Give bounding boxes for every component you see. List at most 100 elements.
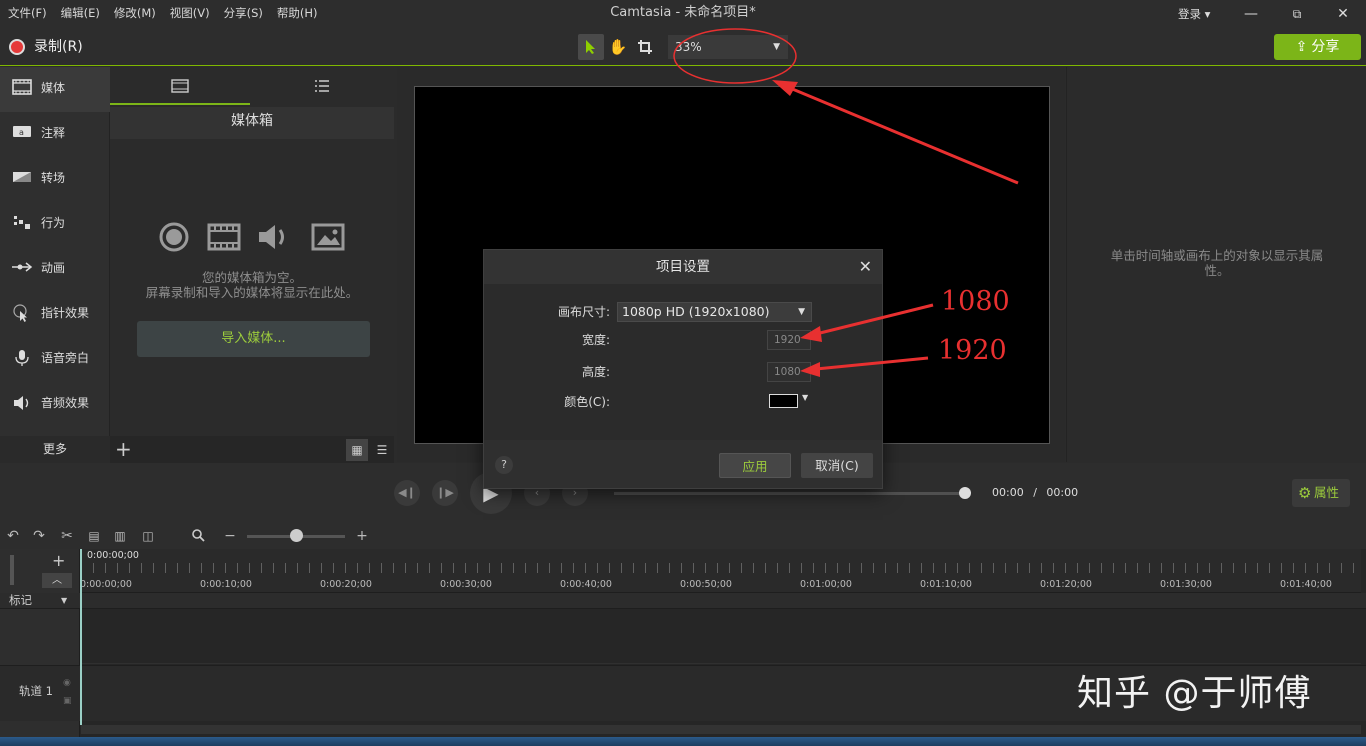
crop-tool-icon[interactable] bbox=[632, 34, 658, 60]
add-track-icon[interactable]: + bbox=[52, 551, 65, 570]
tab-media-thumbnails[interactable] bbox=[110, 67, 250, 105]
dialog-header: 项目设置 ✕ bbox=[484, 250, 882, 284]
marker-label[interactable]: 标记 bbox=[9, 593, 32, 607]
sidebar-item-label: 音频效果 bbox=[41, 396, 90, 410]
chevron-down-icon[interactable]: ▼ bbox=[802, 393, 808, 402]
media-empty-line1: 您的媒体箱为空。 bbox=[201, 270, 302, 285]
timeline-toolbar: ↶ ↷ ✂ ▤ ▥ ◫ − + bbox=[0, 523, 1366, 549]
ruler-tick-label: 0:01:00;00 bbox=[800, 579, 852, 590]
time-separator: / bbox=[1033, 486, 1037, 499]
height-label: 高度: bbox=[581, 365, 610, 379]
copy-icon[interactable]: ▤ bbox=[84, 523, 104, 549]
svg-text:a: a bbox=[19, 128, 24, 137]
zoom-search-icon[interactable] bbox=[188, 523, 208, 551]
sidebar-item-annotations[interactable]: a 注释 bbox=[0, 112, 110, 157]
main-toolbar: 录制(R) ✋ 33% ▼ ⇪ 分享 bbox=[0, 28, 1366, 66]
color-label: 颜色(C): bbox=[564, 395, 610, 409]
record-button[interactable]: 录制(R) bbox=[34, 28, 83, 66]
close-icon[interactable]: ✕ bbox=[1323, 0, 1363, 28]
more-button[interactable]: 更多 bbox=[0, 436, 110, 463]
record-media-icon bbox=[154, 217, 194, 257]
scrub-track[interactable] bbox=[614, 492, 966, 495]
track-1-label: 轨道 1 bbox=[19, 684, 53, 698]
scrub-handle[interactable] bbox=[959, 487, 971, 499]
sidebar-item-animations[interactable]: 动画 bbox=[0, 247, 110, 292]
sidebar-item-transitions[interactable]: 转场 bbox=[0, 157, 110, 202]
sidebar-item-media[interactable]: 媒体 bbox=[0, 67, 110, 112]
microphone-icon bbox=[11, 349, 33, 369]
grid-view-icon[interactable]: ▦ bbox=[346, 439, 368, 461]
media-type-icons bbox=[154, 217, 354, 257]
ruler-tick-label: 0:01:20;00 bbox=[1040, 579, 1092, 590]
dialog-title: 项目设置 bbox=[656, 259, 710, 275]
menu-view[interactable]: 视图(V) bbox=[163, 0, 217, 28]
sidebar-item-voice-narration[interactable]: 语音旁白 bbox=[0, 337, 110, 382]
apply-button[interactable]: 应用 bbox=[719, 453, 791, 478]
gear-icon: ⚙ bbox=[1298, 484, 1312, 502]
media-empty-line2: 屏幕录制和导入的媒体将显示在此处。 bbox=[145, 285, 359, 300]
width-label: 宽度: bbox=[581, 333, 610, 347]
select-tool-icon[interactable] bbox=[578, 34, 604, 60]
sidebar-item-audio-effects[interactable]: 音频效果 bbox=[0, 382, 110, 427]
canvas-size-label: 画布尺寸: bbox=[557, 305, 610, 319]
paste-icon[interactable]: ▥ bbox=[110, 523, 130, 549]
cancel-button[interactable]: 取消(C) bbox=[801, 453, 873, 478]
playhead[interactable] bbox=[80, 549, 82, 725]
list-view-icon[interactable]: ☰ bbox=[371, 439, 393, 461]
cut-icon[interactable]: ✂ bbox=[57, 523, 77, 549]
width-input[interactable]: 1920 bbox=[767, 330, 811, 350]
properties-button[interactable]: ⚙ 属性 bbox=[1292, 479, 1350, 507]
step-forward-icon[interactable]: ❙▶ bbox=[432, 480, 458, 506]
dialog-footer: ? 应用 取消(C) bbox=[484, 440, 882, 488]
empty-track-area[interactable] bbox=[81, 610, 1361, 664]
eye-icon[interactable]: ◉ bbox=[63, 678, 71, 688]
time-current: 00:00 bbox=[992, 486, 1024, 499]
share-label: 分享 bbox=[1311, 39, 1340, 55]
cursor-icon bbox=[11, 304, 33, 324]
zoom-dropdown[interactable]: 33% ▼ bbox=[668, 35, 788, 59]
lock-icon[interactable]: ▣ bbox=[63, 696, 72, 706]
time-ruler[interactable]: 0:00:00;00 0:00:10;00 0:00:20;00 0:00:30… bbox=[80, 549, 1361, 593]
audio-media-icon bbox=[254, 217, 294, 257]
menu-help[interactable]: 帮助(H) bbox=[270, 0, 325, 28]
dialog-body: 画布尺寸: 1080p HD (1920x1080) ▼ 宽度: 1920 高度… bbox=[484, 284, 882, 440]
minimize-icon[interactable]: — bbox=[1231, 0, 1271, 28]
menu-modify[interactable]: 修改(M) bbox=[107, 0, 163, 28]
split-icon[interactable]: ◫ bbox=[138, 523, 158, 549]
pan-tool-icon[interactable]: ✋ bbox=[605, 34, 631, 60]
timeline-zoom-handle[interactable] bbox=[290, 529, 303, 542]
menu-share[interactable]: 分享(S) bbox=[217, 0, 270, 28]
sidebar-item-label: 指针效果 bbox=[41, 306, 90, 320]
import-media-button[interactable]: 导入媒体... bbox=[137, 321, 370, 357]
close-icon[interactable]: ✕ bbox=[859, 250, 872, 284]
speaker-icon bbox=[11, 394, 33, 414]
color-picker[interactable] bbox=[769, 394, 798, 408]
ruler-tick-label: 0:01:10;00 bbox=[920, 579, 972, 590]
redo-icon[interactable]: ↷ bbox=[29, 523, 49, 549]
menu-edit[interactable]: 编辑(E) bbox=[54, 0, 107, 28]
tab-media-library[interactable] bbox=[252, 67, 392, 105]
add-icon[interactable]: + bbox=[115, 436, 132, 463]
sidebar-item-cursor-effects[interactable]: 指针效果 bbox=[0, 292, 110, 337]
height-input[interactable]: 1080 bbox=[767, 362, 811, 382]
annotation-1080: 1080 bbox=[941, 286, 1010, 317]
film-icon bbox=[11, 79, 33, 99]
undo-icon[interactable]: ↶ bbox=[3, 523, 23, 549]
restore-icon[interactable]: ⧉ bbox=[1277, 0, 1317, 28]
chevron-down-icon[interactable]: ▼ bbox=[61, 593, 67, 608]
record-icon[interactable] bbox=[9, 39, 25, 55]
sidebar-item-label: 转场 bbox=[41, 171, 66, 185]
track-height-slider[interactable] bbox=[10, 555, 14, 585]
step-back-icon[interactable]: ◀❙ bbox=[394, 480, 420, 506]
collapse-icon[interactable]: ︿ bbox=[42, 573, 72, 588]
canvas-size-select[interactable]: 1080p HD (1920x1080) ▼ bbox=[617, 302, 812, 322]
sidebar-item-behaviors[interactable]: 行为 bbox=[0, 202, 110, 247]
zoom-out-icon[interactable]: − bbox=[220, 523, 240, 549]
help-icon[interactable]: ? bbox=[495, 456, 513, 474]
horizontal-scrollbar[interactable] bbox=[81, 725, 1361, 734]
zoom-in-icon[interactable]: + bbox=[352, 523, 372, 549]
share-button[interactable]: ⇪ 分享 bbox=[1274, 34, 1361, 60]
properties-label: 属性 bbox=[1314, 485, 1340, 500]
menu-file[interactable]: 文件(F) bbox=[0, 0, 54, 28]
login-button[interactable]: 登录 ▾ bbox=[1178, 0, 1210, 28]
